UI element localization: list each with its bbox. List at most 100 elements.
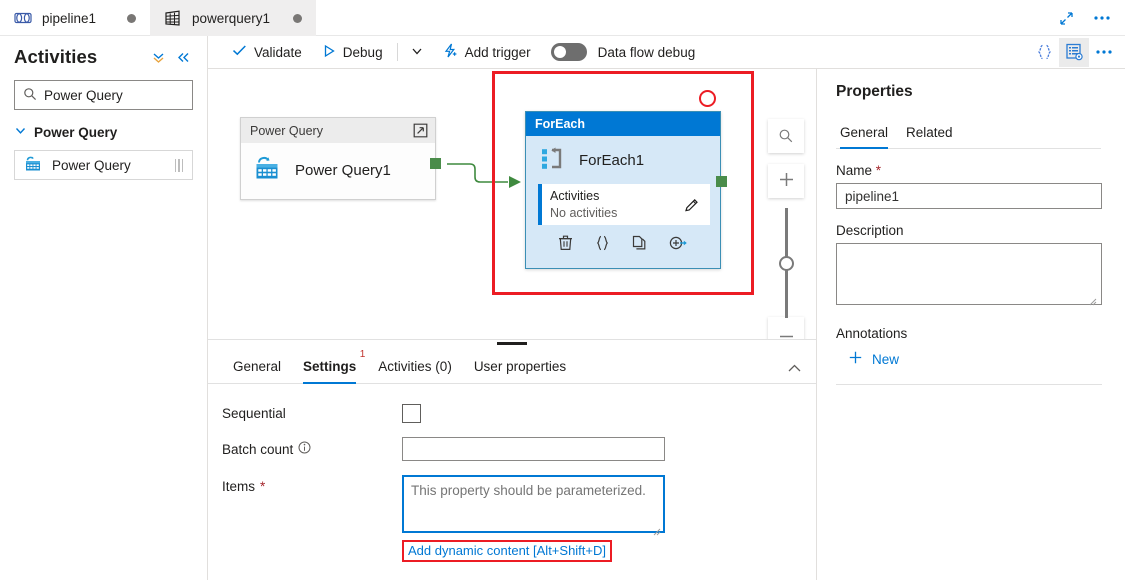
- form-row-items: Items * Add dynamic content [Alt+Shift+D…: [222, 475, 816, 562]
- node-output-port[interactable]: [430, 158, 441, 169]
- group-label: Power Query: [34, 125, 117, 140]
- properties-panel-icon[interactable]: [1059, 38, 1089, 67]
- items-textarea[interactable]: [402, 475, 665, 533]
- divider: [397, 43, 398, 61]
- chevron-up-icon[interactable]: [787, 363, 816, 383]
- add-annotation-button[interactable]: New: [836, 350, 1101, 368]
- page-title: Properties: [836, 83, 1101, 101]
- node-header-label: ForEach: [535, 117, 585, 131]
- sequential-checkbox[interactable]: [402, 404, 421, 423]
- foreach-activity-node[interactable]: ForEach ForEach1 Activities No: [525, 111, 721, 269]
- activity-details-panel: General Settings 1 Activities (0) User p…: [208, 339, 816, 580]
- node-header: Power Query: [241, 118, 435, 143]
- copy-icon[interactable]: [632, 235, 647, 251]
- zoom-in-button[interactable]: [768, 164, 804, 198]
- panel-title: Activities: [14, 46, 97, 68]
- debug-button[interactable]: Debug: [312, 36, 393, 69]
- plus-icon: [848, 350, 863, 368]
- node-header: ForEach: [526, 112, 720, 136]
- activity-item-power-query[interactable]: Power Query: [14, 150, 193, 180]
- batch-count-label: Batch count: [222, 442, 293, 457]
- power-query-icon: [23, 155, 43, 176]
- foreach-icon: [539, 146, 565, 175]
- info-icon[interactable]: [298, 441, 311, 457]
- powerquery-icon: [163, 8, 183, 28]
- canvas-zoom-controls: [768, 119, 804, 339]
- tab-settings[interactable]: Settings 1: [292, 359, 367, 383]
- inner-activities-desc: No activities: [550, 205, 617, 222]
- power-query-activity-node[interactable]: Power Query: [240, 117, 436, 200]
- drag-handle[interactable]: [175, 159, 187, 172]
- code-braces-icon[interactable]: [595, 235, 610, 251]
- more-icon[interactable]: [1087, 4, 1117, 32]
- node-inner-activities-box[interactable]: Activities No activities: [538, 184, 710, 225]
- activities-panel: Activities: [0, 36, 208, 580]
- validate-label: Validate: [254, 45, 302, 60]
- batch-count-input[interactable]: [402, 437, 665, 461]
- tab-general[interactable]: General: [222, 359, 292, 383]
- delete-icon[interactable]: [558, 235, 573, 251]
- tab-user-properties[interactable]: User properties: [463, 359, 577, 383]
- chevron-down-icon: [14, 124, 27, 140]
- tab-label: Activities (0): [378, 359, 452, 374]
- tab-powerquery1[interactable]: powerquery1: [150, 0, 316, 36]
- node-action-bar: [526, 228, 720, 258]
- tab-activities[interactable]: Activities (0): [367, 359, 463, 383]
- zoom-to-fit-icon[interactable]: [768, 119, 804, 153]
- required-marker: *: [876, 163, 881, 178]
- double-chevron-left-icon[interactable]: [176, 50, 191, 65]
- pencil-icon[interactable]: [684, 197, 710, 213]
- data-flow-debug-toggle-group: Data flow debug: [541, 36, 706, 69]
- code-braces-icon[interactable]: [1029, 38, 1059, 67]
- tab-general[interactable]: General: [836, 125, 897, 148]
- search-input[interactable]: Power Query: [14, 80, 193, 110]
- tab-strip: pipeline1 powerquery1: [0, 0, 1125, 36]
- zoom-slider[interactable]: [768, 208, 804, 318]
- data-flow-debug-label: Data flow debug: [598, 45, 696, 60]
- properties-panel: Properties General Related Name * Descri…: [816, 69, 1125, 580]
- highlight-add-dynamic-content: Add dynamic content [Alt+Shift+D]: [402, 540, 612, 562]
- zoom-slider-thumb[interactable]: [779, 256, 794, 271]
- inner-activities-title: Activities: [550, 188, 617, 205]
- debug-options-button[interactable]: [402, 36, 432, 69]
- minus-icon: [778, 327, 795, 340]
- more-icon[interactable]: [1089, 38, 1119, 67]
- panel-resize-handle[interactable]: [497, 342, 527, 345]
- add-output-icon[interactable]: [669, 235, 688, 251]
- double-chevron-down-icon[interactable]: [151, 50, 166, 65]
- tab-label: User properties: [474, 359, 566, 374]
- node-name: ForEach1: [579, 152, 644, 169]
- node-header-label: Power Query: [250, 124, 323, 138]
- tab-related[interactable]: Related: [897, 125, 962, 148]
- add-dynamic-content-link[interactable]: Add dynamic content [Alt+Shift+D]: [408, 543, 606, 558]
- azure-data-factory-pipeline-editor: pipeline1 powerquery1: [0, 0, 1125, 580]
- pipeline-canvas[interactable]: Power Query: [208, 69, 816, 339]
- play-triangle-icon: [322, 44, 336, 61]
- open-external-icon[interactable]: [413, 123, 428, 138]
- data-flow-debug-toggle[interactable]: [551, 43, 587, 61]
- power-query-icon: [252, 155, 282, 185]
- tab-pipeline1[interactable]: pipeline1: [0, 0, 150, 36]
- items-label: Items: [222, 479, 255, 494]
- tab-label: Related: [906, 125, 953, 140]
- new-annotation-label: New: [872, 352, 899, 367]
- sequential-label: Sequential: [222, 402, 402, 421]
- node-output-port[interactable]: [716, 176, 727, 187]
- tab-label: General: [233, 359, 281, 374]
- node-body: Power Query1: [241, 143, 435, 185]
- form-row-batch-count: Batch count: [222, 437, 816, 461]
- tab-unsaved-dot: [127, 14, 136, 23]
- divider: [836, 384, 1102, 385]
- node-name: Power Query1: [295, 162, 391, 179]
- chevron-down-icon: [410, 44, 424, 61]
- validate-button[interactable]: Validate: [222, 36, 312, 69]
- add-trigger-button[interactable]: Add trigger: [432, 36, 541, 69]
- description-field[interactable]: [836, 243, 1102, 305]
- required-marker: *: [260, 479, 265, 494]
- expand-icon[interactable]: [1051, 4, 1081, 32]
- activity-group-power-query[interactable]: Power Query: [14, 124, 193, 140]
- zoom-out-button[interactable]: [768, 317, 804, 339]
- highlight-circle-status: [699, 90, 716, 107]
- plus-icon: [778, 171, 795, 191]
- name-field[interactable]: [836, 183, 1102, 209]
